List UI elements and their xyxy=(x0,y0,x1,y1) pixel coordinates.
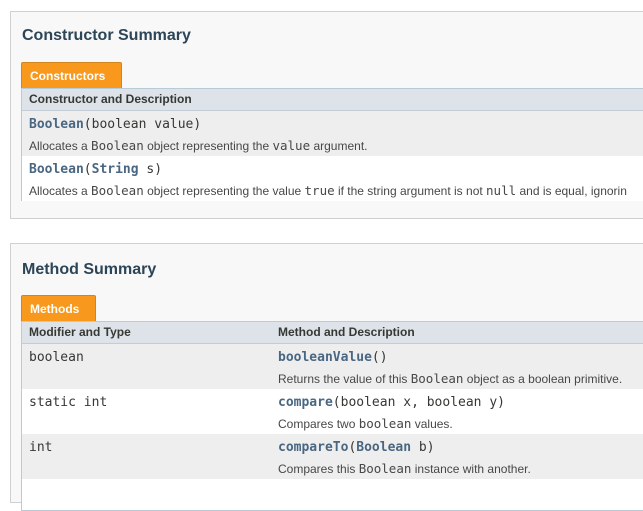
table-header: Modifier and Type Method and Description xyxy=(22,322,643,344)
method-summary-table: Modifier and Type Method and Description… xyxy=(21,321,643,511)
desc-text: Allocates a xyxy=(29,139,92,153)
constructor-summary-heading: Constructor Summary xyxy=(22,27,191,44)
method-summary-heading: Method Summary xyxy=(22,261,157,278)
desc-text: Compares this xyxy=(278,462,359,476)
desc-text: argument. xyxy=(310,139,368,153)
desc-text: if the string argument is not xyxy=(334,184,487,198)
desc-text: object as a boolean primitive. xyxy=(463,372,623,386)
desc-code: Boolean xyxy=(91,138,144,153)
desc-code: Boolean xyxy=(91,183,144,198)
params-text: ) xyxy=(379,350,388,365)
desc-code: Boolean xyxy=(358,461,412,476)
params-open: ( xyxy=(371,350,380,365)
method-description: Returns the value of this Boolean object… xyxy=(278,371,622,386)
header-modifier-and-type: Modifier and Type xyxy=(29,325,131,339)
params-text: boolean value) xyxy=(91,117,202,132)
desc-text: object representing the value xyxy=(143,184,305,198)
param-type-link-boolean[interactable]: Boolean xyxy=(356,440,411,455)
method-signature: compareTo(Boolean b) xyxy=(278,440,435,455)
table-row: static int compare(boolean x, boolean y)… xyxy=(22,389,643,434)
table-row: Boolean(String s) Allocates a Boolean ob… xyxy=(22,156,643,201)
params-open: ( xyxy=(83,117,92,132)
constructor-description: Allocates a Boolean object representing … xyxy=(29,138,368,153)
constructor-signature: Boolean(boolean value) xyxy=(29,117,201,132)
method-link-booleanvalue[interactable]: booleanValue xyxy=(278,350,372,365)
desc-code: Boolean xyxy=(410,371,464,386)
desc-text: values. xyxy=(411,417,453,431)
params-text: boolean x, boolean y) xyxy=(340,395,505,410)
constructor-link-boolean-string[interactable]: Boolean xyxy=(29,162,84,177)
method-summary-section: Method Summary Methods Modifier and Type… xyxy=(10,243,643,511)
constructor-description: Allocates a Boolean object representing … xyxy=(29,183,627,198)
header-method-and-description: Method and Description xyxy=(278,325,415,339)
desc-code: value xyxy=(272,138,311,153)
table-row: int compareTo(Boolean b) Compares this B… xyxy=(22,434,643,479)
method-description: Compares this Boolean instance with anot… xyxy=(278,461,531,476)
desc-code: null xyxy=(486,183,517,198)
method-return-type: boolean xyxy=(29,350,84,365)
desc-text: and is equal, ignorin xyxy=(516,184,627,198)
params-text: s) xyxy=(138,162,163,177)
desc-code: boolean xyxy=(358,416,412,431)
method-link-compare[interactable]: compare xyxy=(278,395,333,410)
param-type-link-string[interactable]: String xyxy=(92,162,139,177)
desc-text: Returns the value of this xyxy=(278,372,411,386)
constructor-summary-section: Constructor Summary Constructors Constru… xyxy=(10,11,643,219)
desc-text: instance with another. xyxy=(411,462,531,476)
header-constructor-and-description: Constructor and Description xyxy=(29,92,192,106)
method-return-type: int xyxy=(29,440,53,455)
method-return-type: static int xyxy=(29,395,108,410)
params-text: b) xyxy=(411,440,435,455)
desc-code: true xyxy=(304,183,335,198)
method-signature: compare(boolean x, boolean y) xyxy=(278,395,505,410)
table-row: boolean booleanValue() Returns the value… xyxy=(22,344,643,389)
desc-text: object representing the xyxy=(143,139,273,153)
tab-methods[interactable]: Methods xyxy=(21,295,96,321)
constructor-signature: Boolean(String s) xyxy=(29,162,162,177)
method-description: Compares two boolean values. xyxy=(278,416,453,431)
desc-text: Compares two xyxy=(278,417,359,431)
table-row: Boolean(boolean value) Allocates a Boole… xyxy=(22,111,643,156)
constructor-link-boolean-boolean[interactable]: Boolean xyxy=(29,117,84,132)
method-link-compareto[interactable]: compareTo xyxy=(278,440,348,455)
params-open: ( xyxy=(332,395,341,410)
constructor-summary-table: Constructor and Description Boolean(bool… xyxy=(21,88,643,201)
tab-constructors[interactable]: Constructors xyxy=(21,62,122,88)
desc-text: Allocates a xyxy=(29,184,92,198)
method-signature: booleanValue() xyxy=(278,350,388,365)
params-open: ( xyxy=(83,162,92,177)
table-header: Constructor and Description xyxy=(22,89,643,111)
